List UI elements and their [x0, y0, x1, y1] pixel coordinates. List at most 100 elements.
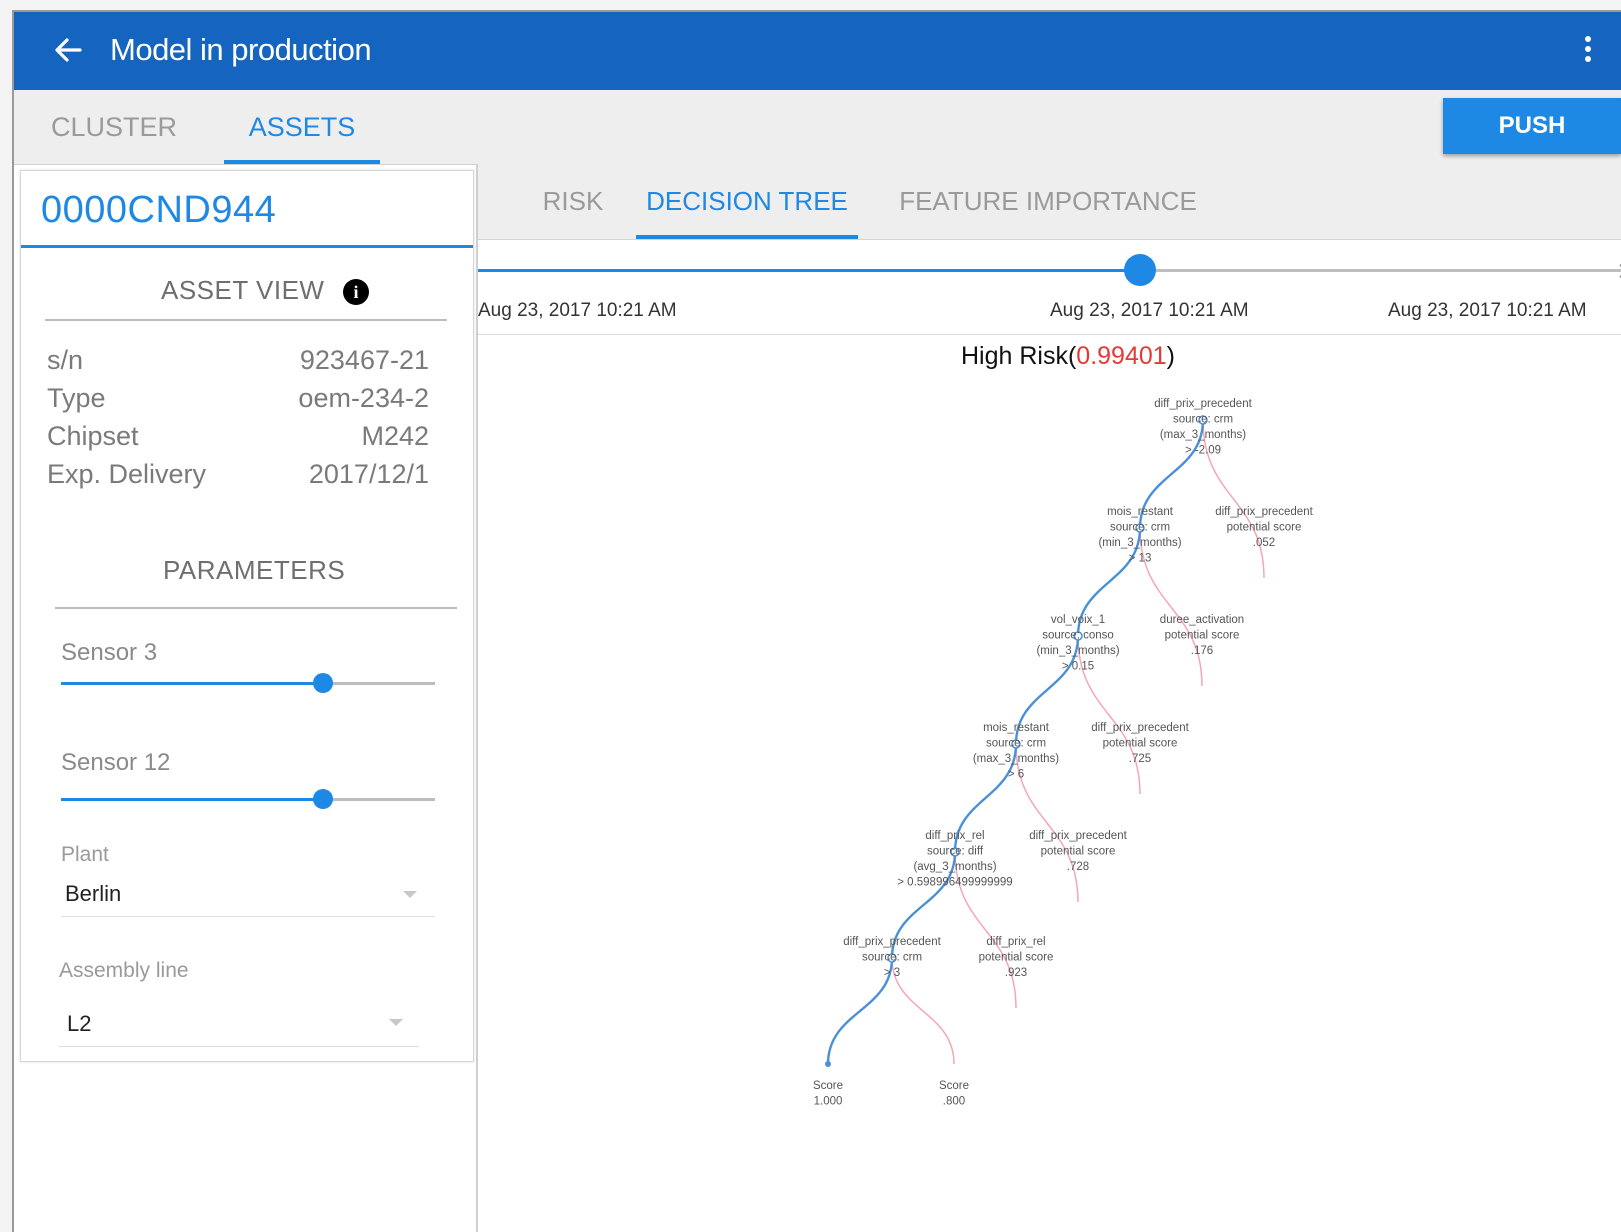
app-window: Model in production CLUSTER ASSETS PUSH …: [12, 10, 1621, 1232]
tree-label-line: > 0.598996499999999: [897, 877, 1012, 889]
timestamp-start: Aug 23, 2017 10:21 AM: [478, 300, 677, 321]
tree-label-line: (avg_3_months): [913, 861, 996, 873]
tab-cluster[interactable]: CLUSTER: [44, 90, 184, 164]
more-vert-icon[interactable]: [1583, 36, 1593, 66]
tab-feature-importance[interactable]: FEATURE IMPORTANCE: [898, 164, 1198, 239]
slider-thumb[interactable]: [313, 789, 333, 809]
risk-heading: High Risk(0.99401): [478, 342, 1621, 371]
tree-branch: [891, 957, 955, 1065]
sub-tab-bar: RISK DECISION TREE FEATURE IMPORTANCE: [478, 164, 1621, 240]
tree-score-node: Score .800: [939, 1080, 969, 1108]
slider-label-sensor-3: Sensor 3: [61, 639, 158, 666]
slider-fill: [61, 682, 323, 685]
parameters-title: PARAMETERS: [163, 555, 346, 585]
assembly-line-select[interactable]: L2: [59, 997, 419, 1047]
tree-label-line: (min_3_months): [1036, 645, 1119, 657]
risk-suffix: ): [1166, 342, 1175, 370]
tree-label-line: diff_prix_rel: [925, 830, 984, 842]
tree-label-line: source: crm: [1110, 522, 1170, 534]
field-label-chipset: Chipset: [47, 421, 139, 451]
tree-label-line: (max_3_months): [973, 753, 1059, 765]
tree-label-line: potential score: [1227, 522, 1302, 534]
asset-id: 0000CND944: [41, 189, 277, 231]
divider: [45, 319, 447, 321]
slider-sensor-3[interactable]: [61, 671, 435, 695]
tree-branch: [1015, 743, 1079, 903]
tree-leaf-node: diff_prix_precedent potential score .052: [1215, 506, 1313, 549]
tree-leaf-node: diff_prix_precedent potential score .728: [1029, 830, 1127, 873]
field-label-sn: s/n: [47, 345, 84, 375]
select-underline: [61, 916, 435, 917]
slider-thumb[interactable]: [313, 673, 333, 693]
tree-label-line: source: crm: [986, 738, 1046, 750]
tree-label-line: > 6: [1008, 769, 1024, 781]
slider-label-sensor-12: Sensor 12: [61, 749, 171, 776]
risk-value: 0.99401: [1076, 342, 1167, 370]
screenshot-frame: Model in production CLUSTER ASSETS PUSH …: [0, 0, 1621, 1232]
timeline-thumb[interactable]: [1124, 254, 1156, 286]
tree-label-line: Score: [813, 1080, 843, 1092]
tree-label-line: source: crm: [1173, 414, 1233, 426]
tree-label-line: (max_3_months): [1160, 429, 1246, 441]
tree-label-line: potential score: [979, 952, 1054, 964]
assembly-line-value: L2: [67, 1011, 92, 1036]
field-value-type: oem-234-2: [298, 383, 429, 413]
field-label-delivery: Exp. Delivery: [47, 459, 207, 489]
field-value-sn: 923467-21: [299, 345, 429, 375]
decision-tree-diagram: diff_prix_precedent source: crm (max_3_mon…: [813, 398, 1314, 1108]
tree-label-line: .923: [1005, 967, 1027, 979]
tree-label-line: vol_voix_1: [1051, 614, 1105, 626]
tree-label-line: .728: [1067, 861, 1089, 873]
field-label-type: Type: [47, 383, 106, 413]
tree-label-line: potential score: [1041, 846, 1116, 858]
slider-sensor-12[interactable]: [61, 787, 435, 811]
tree-label-line: .176: [1191, 645, 1213, 657]
tree-label-line: > 0.15: [1062, 661, 1094, 673]
tree-label-line: .725: [1129, 753, 1151, 765]
tab-assets[interactable]: ASSETS: [224, 90, 380, 164]
tree-label-line: diff_prix_precedent: [843, 936, 941, 948]
assembly-line-label: Assembly line: [59, 959, 189, 982]
tree-leaf-node: diff_prix_rel potential score .923: [979, 936, 1054, 979]
tree-leaf-node: duree_activation potential score .176: [1160, 614, 1244, 657]
plant-value: Berlin: [65, 881, 122, 906]
tab-risk[interactable]: RISK: [518, 164, 628, 239]
chevron-down-icon: [403, 891, 417, 898]
tree-label-line: 1.000: [814, 1096, 843, 1108]
tree-label-line: mois_restant: [983, 722, 1050, 734]
tab-decision-tree[interactable]: DECISION TREE: [636, 164, 858, 239]
back-arrow-icon[interactable]: [52, 34, 84, 66]
tree-leaf-dot: [825, 1061, 831, 1067]
tree-label-line: mois_restant: [1107, 506, 1174, 518]
plant-label: Plant: [61, 843, 109, 866]
asset-panel: 0000CND944 ASSET VIEW i s/n 923467-21 Ty…: [20, 170, 474, 1062]
divider: [478, 334, 1621, 335]
timeline-edge-icon[interactable]: [1616, 260, 1621, 282]
tree-label-line: diff_prix_precedent: [1091, 722, 1189, 734]
tree-label-line: > 3: [884, 967, 900, 979]
tree-path-edge: [826, 957, 894, 1065]
tree-label-line: > 13: [1129, 553, 1152, 565]
app-title: Model in production: [110, 32, 372, 67]
main-tab-bar: CLUSTER ASSETS: [14, 90, 1621, 165]
tree-label-line: duree_activation: [1160, 614, 1244, 626]
risk-label: High Risk(: [961, 342, 1077, 370]
field-value-delivery: 2017/12/1: [308, 459, 429, 489]
tree-label-line: source: conso: [1042, 630, 1114, 642]
tree-label-line: source: diff: [927, 846, 984, 858]
tree-label-line: potential score: [1165, 630, 1240, 642]
tree-label-line: Score: [939, 1080, 969, 1092]
tree-branch: [954, 851, 1017, 1009]
plant-select[interactable]: Berlin: [61, 871, 435, 917]
asset-view-title: ASSET VIEW: [161, 275, 325, 305]
tree-label-line: diff_prix_rel: [986, 936, 1045, 948]
divider: [55, 607, 457, 609]
info-icon[interactable]: i: [343, 279, 369, 305]
push-button[interactable]: PUSH: [1443, 98, 1621, 154]
tree-label-line: diff_prix_precedent: [1154, 398, 1252, 410]
chevron-down-icon: [389, 1019, 403, 1026]
tree-label-line: (min_3_months): [1098, 537, 1181, 549]
tree-leaf-node: diff_prix_precedent potential score .725: [1091, 722, 1189, 765]
tree-label-line: potential score: [1103, 738, 1178, 750]
tree-label-line: source: crm: [862, 952, 922, 964]
